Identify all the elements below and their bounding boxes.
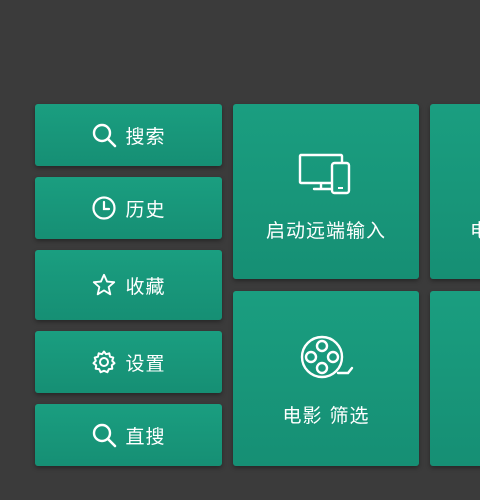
remote-input-label: 启动远端输入	[265, 220, 386, 242]
partial-tile-top[interactable]: 电	[430, 104, 480, 279]
remote-input-tile[interactable]: 启动远端输入	[233, 104, 419, 279]
sidebar-item-direct-search[interactable]: 直搜	[35, 404, 222, 466]
sidebar-item-history[interactable]: 历史	[35, 177, 222, 239]
devices-icon	[298, 152, 354, 198]
search-icon	[91, 422, 117, 448]
sidebar-item-label: 搜索	[125, 125, 166, 148]
film-reel-icon	[298, 335, 354, 381]
sidebar-item-label: 历史	[125, 198, 166, 221]
sidebar-item-favorites[interactable]: 收藏	[35, 250, 222, 320]
movie-filter-label: 电影 筛选	[282, 405, 370, 427]
sidebar-item-label: 直搜	[125, 425, 166, 448]
sidebar-item-settings[interactable]: 设置	[35, 331, 222, 393]
star-icon	[91, 272, 117, 298]
movie-filter-tile[interactable]: 电影 筛选	[233, 291, 419, 466]
partial-tile-label: 电	[470, 220, 480, 242]
partial-tile-bottom[interactable]	[430, 291, 480, 466]
search-icon	[91, 122, 117, 148]
gear-icon	[91, 349, 117, 375]
clock-icon	[91, 195, 117, 221]
sidebar-item-label: 设置	[125, 352, 166, 375]
sidebar-item-search[interactable]: 搜索	[35, 104, 222, 166]
sidebar-item-label: 收藏	[125, 275, 166, 298]
